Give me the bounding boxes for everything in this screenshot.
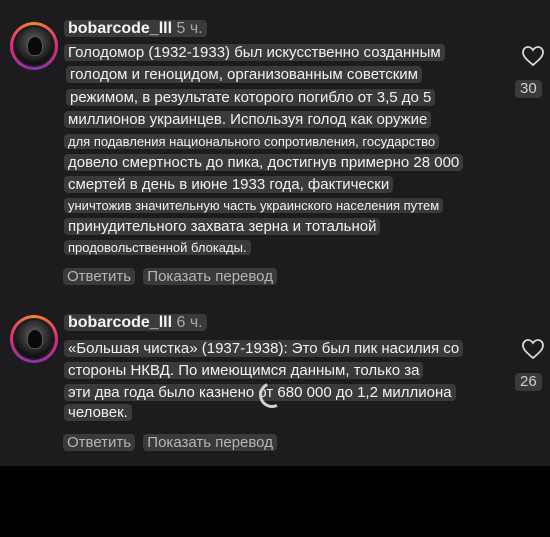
avatar-ring [13,318,55,360]
comment-text-line: миллионов украинцев. Используя голод как… [64,111,432,128]
comment-text-line: стороны НКВД. По имеющимся данным, тольк… [64,362,424,379]
show-translation-button[interactable]: Показать перевод [143,268,277,285]
like-count: 26 [515,373,542,391]
comment-text-line: человек. [64,404,132,421]
reply-button[interactable]: Ответить [63,434,136,451]
comments-panel: bobarcode_lll 5 ч. Голодомор (1932-1933)… [0,0,550,466]
avatar-ring [13,25,55,67]
username[interactable]: bobarcode_lll [68,314,172,331]
comment-text-line: режимом, в результате которого погибло о… [66,89,436,106]
comment-text-line: «Большая чистка» (1937-1938): Это был пи… [64,340,464,357]
timestamp: 6 ч. [176,314,203,331]
comment-text-line: довело смертность до пика, достигнув при… [64,154,464,171]
username[interactable]: bobarcode_lll [68,20,172,37]
avatar-image [15,320,53,358]
avatar[interactable] [10,22,58,70]
timestamp: 5 ч. [176,20,203,37]
comment-text-line: принудительного захвата зерна и тотально… [64,218,381,235]
reply-button[interactable]: Ответить [63,268,136,285]
comment-text-line: Голодомор (1932-1933) был искусственно с… [64,44,445,61]
comment-text-line: продовольственной блокады. [64,240,251,255]
comment-actions: Ответить Показать перевод [63,434,281,451]
heart-icon[interactable] [521,338,545,360]
comment-header: bobarcode_lll 6 ч. [64,313,207,333]
heart-icon[interactable] [521,45,545,67]
avatar-image [15,27,53,65]
like-count: 30 [515,80,542,98]
avatar[interactable] [10,315,58,363]
comment-actions: Ответить Показать перевод [63,268,281,285]
comment-header: bobarcode_lll 5 ч. [64,19,207,39]
comment-text-line: смертей в день в июне 1933 года, фактиче… [64,176,394,193]
comment-text-line: для подавления национального сопротивлен… [64,134,440,149]
comment-text-line: уничтожив значительную часть украинского… [64,198,444,213]
show-translation-button[interactable]: Показать перевод [143,434,277,451]
comment-text-line: голодом и геноцидом, организованным сове… [66,66,422,83]
